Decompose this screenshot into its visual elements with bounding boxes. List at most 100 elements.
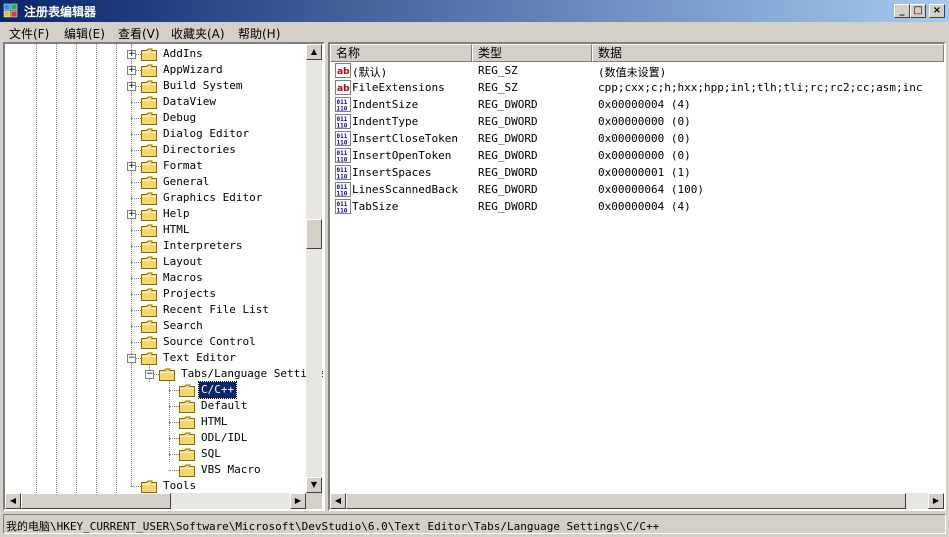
tree-item[interactable]: SQL <box>5 446 305 462</box>
tree-vscroll-track[interactable] <box>306 44 322 493</box>
value-row[interactable]: 011 110 IndentType REG_DWORD 0x00000000 (0) <box>330 113 944 130</box>
tree-item[interactable]: Dialog Editor <box>5 126 305 142</box>
tree-item[interactable]: − Text Editor <box>5 350 305 366</box>
tree-connector <box>131 342 141 343</box>
tree-item[interactable]: + Build System <box>5 78 305 94</box>
tree-scroll-down-button[interactable]: ▼ <box>306 477 322 493</box>
tree-scroll-up-button[interactable]: ▲ <box>306 44 322 60</box>
expand-plus-icon[interactable]: + <box>127 82 136 91</box>
value-row[interactable]: 011 110 InsertSpaces REG_DWORD 0x00000001 (1… <box>330 164 944 181</box>
folder-icon <box>141 160 157 173</box>
binary-value-icon: 011110 <box>335 114 351 129</box>
registry-key-tree[interactable]: + AddIns + AppWizard + Build System DataView De… <box>3 42 325 511</box>
title-bar[interactable]: 注册表编辑器 _ □ × <box>0 0 949 22</box>
binary-value-icon: 011110 <box>335 148 351 163</box>
tree-item[interactable]: ODL/IDL <box>5 430 305 446</box>
tree-item[interactable]: + Format <box>5 158 305 174</box>
expand-plus-icon[interactable]: + <box>127 66 136 75</box>
tree-item[interactable]: Directories <box>5 142 305 158</box>
tree-item[interactable]: C/C++ <box>5 381 305 399</box>
value-row[interactable]: 011 110 TabSize REG_DWORD 0x00000004 (4) <box>330 198 944 215</box>
tree-item[interactable]: − Tabs/Language Settings <box>5 366 323 382</box>
value-type: REG_SZ <box>478 64 518 77</box>
menu-edit[interactable]: 编辑(E) <box>64 25 105 42</box>
tree-scroll-left-button[interactable]: ◀ <box>5 493 21 509</box>
tree-item[interactable]: Recent File List <box>5 302 305 318</box>
tree-connector <box>131 262 141 263</box>
menu-favorites[interactable]: 收藏夹(A) <box>171 25 225 42</box>
tree-item[interactable]: Source Control <box>5 334 305 350</box>
value-row[interactable]: ab FileExtensions REG_SZ cpp;cxx;c;h;hxx;hp… <box>330 79 944 96</box>
string-value-icon: ab <box>335 80 351 95</box>
tree-item[interactable]: HTML <box>5 222 305 238</box>
value-row[interactable]: 011 110 IndentSize REG_DWORD 0x00000004 (4) <box>330 96 944 113</box>
column-header-name[interactable]: 名称 <box>330 44 472 62</box>
svg-text:110: 110 <box>337 208 348 215</box>
tree-connector <box>131 326 141 327</box>
tree-vscroll-thumb[interactable] <box>306 219 322 249</box>
svg-text:ab: ab <box>337 84 350 94</box>
minimize-button[interactable]: _ <box>894 4 910 18</box>
maximize-button[interactable]: □ <box>910 4 926 18</box>
tree-item[interactable]: Layout <box>5 254 305 270</box>
tree-item[interactable]: + AddIns <box>5 46 305 62</box>
menu-help[interactable]: 帮助(H) <box>238 25 280 42</box>
collapse-minus-icon[interactable]: − <box>127 354 136 363</box>
registry-values-list[interactable]: 名称 类型 数据 ab (默认) REG_SZ (数值未设置) ab FileExtens… <box>328 42 946 511</box>
maximize-icon: □ <box>913 5 923 16</box>
folder-icon <box>141 480 157 493</box>
tree-item[interactable]: Projects <box>5 286 305 302</box>
tree-item[interactable]: Graphics Editor <box>5 190 305 206</box>
svg-text:110: 110 <box>337 123 348 130</box>
value-name: IndentSize <box>352 98 419 111</box>
folder-icon <box>141 208 157 221</box>
tree-item[interactable]: VBS Macro <box>5 462 305 478</box>
value-row[interactable]: 011 110 InsertOpenToken REG_DWORD 0x00000000… <box>330 147 944 164</box>
menu-file[interactable]: 文件(F) <box>9 25 49 42</box>
expand-plus-icon[interactable]: + <box>127 162 136 171</box>
tree-item-label: Text Editor <box>163 351 236 364</box>
tree-item[interactable]: Interpreters <box>5 238 305 254</box>
tree-item-label: Tabs/Language Settings <box>181 367 325 380</box>
expand-plus-icon[interactable]: + <box>127 210 136 219</box>
tree-item-label: Default <box>201 399 248 412</box>
value-row[interactable]: 011 110 InsertCloseToken REG_DWORD 0x0000000… <box>330 130 944 147</box>
menu-view[interactable]: 查看(V) <box>118 25 160 42</box>
tree-connector <box>169 454 179 455</box>
list-hscroll-thumb[interactable] <box>346 493 906 509</box>
tree-item[interactable]: Tools <box>5 478 305 494</box>
tree-connector <box>131 102 141 103</box>
tree-item[interactable]: + Help <box>5 206 305 222</box>
list-scroll-right-button[interactable]: ▶ <box>928 493 944 509</box>
tree-connector <box>131 486 141 487</box>
tree-item-label: General <box>163 175 210 188</box>
tree-item[interactable]: Macros <box>5 270 305 286</box>
folder-icon <box>159 368 175 381</box>
folder-icon <box>141 64 157 77</box>
tree-item[interactable]: Default <box>5 398 305 414</box>
tree-item[interactable]: HTML <box>5 414 305 430</box>
value-name: TabSize <box>352 200 399 213</box>
folder-icon <box>179 400 195 413</box>
tree-item-label: Tools <box>163 479 197 492</box>
tree-item[interactable]: DataView <box>5 94 305 110</box>
expand-plus-icon[interactable]: + <box>127 50 136 59</box>
tree-item-label: Macros <box>163 271 203 284</box>
close-button[interactable]: × <box>929 4 945 18</box>
value-row[interactable]: 011 110 LinesScannedBack REG_DWORD 0x0000006… <box>330 181 944 198</box>
column-header-type[interactable]: 类型 <box>472 44 592 62</box>
value-row[interactable]: ab (默认) REG_SZ (数值未设置) <box>330 62 944 79</box>
tree-item[interactable]: General <box>5 174 305 190</box>
list-scroll-left-button[interactable]: ◀ <box>330 493 346 509</box>
column-header-data[interactable]: 数据 <box>592 44 944 62</box>
value-name: (默认) <box>352 66 388 79</box>
collapse-minus-icon[interactable]: − <box>145 370 154 379</box>
binary-value-icon: 011110 <box>335 165 351 180</box>
value-data: 0x00000004 (4) <box>598 98 691 111</box>
tree-scroll-right-button[interactable]: ▶ <box>290 493 306 509</box>
tree-item[interactable]: + AppWizard <box>5 62 305 78</box>
tree-item[interactable]: Search <box>5 318 305 334</box>
tree-hscroll-thumb[interactable] <box>21 493 171 509</box>
tree-item-label: Dialog Editor <box>163 127 250 140</box>
tree-item[interactable]: Debug <box>5 110 305 126</box>
